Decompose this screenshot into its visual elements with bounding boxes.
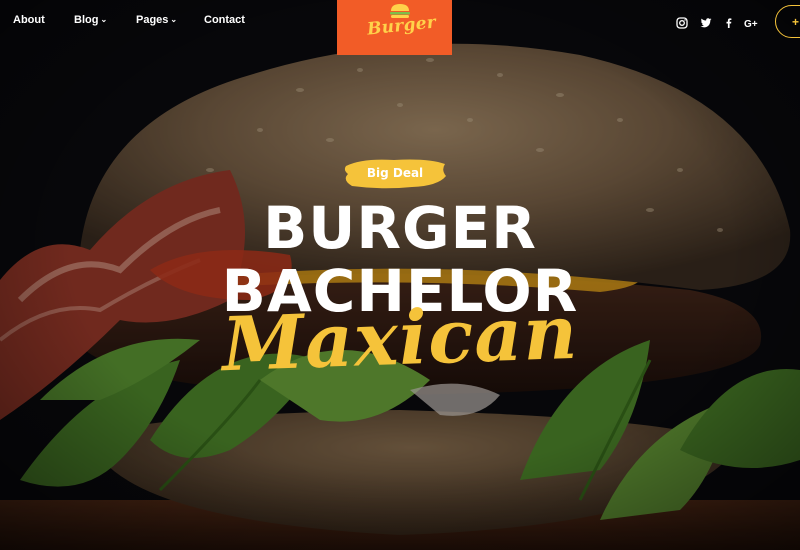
badge-label: Big Deal <box>366 166 424 180</box>
logo-text: Burger <box>366 12 438 40</box>
hero-title-line-1: BURGER <box>263 194 537 262</box>
twitter-icon[interactable] <box>700 16 714 30</box>
nav-item-pages[interactable]: Pages ⌄ <box>136 14 177 26</box>
nav-item-label: Contact <box>204 14 245 26</box>
nav-item-label: Blog <box>74 14 99 26</box>
chevron-down-icon: ⌄ <box>170 15 178 24</box>
chevron-down-icon: ⌄ <box>100 15 108 24</box>
nav-item-label: Pages <box>136 14 169 26</box>
facebook-icon[interactable] <box>723 16 737 30</box>
nav-item-blog[interactable]: Blog ⌄ <box>74 14 107 26</box>
cta-label: + <box>792 15 800 29</box>
nav-item-contact[interactable]: Contact <box>204 14 245 26</box>
site-logo[interactable]: Burger <box>337 0 452 55</box>
deal-badge: Big Deal <box>342 156 448 192</box>
nav-item-label: About <box>13 14 45 26</box>
hero-section: About Blog⌄ Pages⌄ Contact Burger G+ + <box>0 0 800 550</box>
google-plus-icon[interactable]: G+ <box>744 16 762 30</box>
svg-text:G+: G+ <box>744 19 758 29</box>
header-cta-button[interactable]: + <box>775 5 800 38</box>
instagram-icon[interactable] <box>676 16 690 30</box>
nav-item-about[interactable]: About <box>13 14 45 26</box>
